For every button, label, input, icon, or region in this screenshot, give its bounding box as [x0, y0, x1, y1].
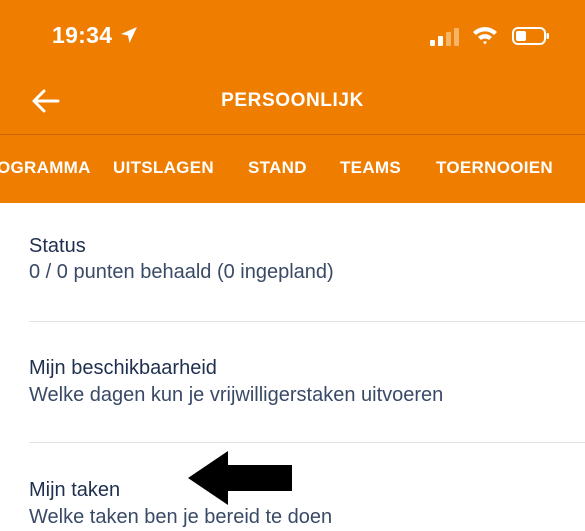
tab-stand[interactable]: STAND	[248, 158, 307, 178]
tab-bar: OGRAMMA UITSLAGEN STAND TEAMS TOERNOOIEN	[0, 135, 585, 203]
signal-icon	[430, 28, 459, 46]
location-arrow-icon	[121, 27, 137, 43]
tab-uitslagen[interactable]: UITSLAGEN	[113, 158, 214, 178]
list-item-beschikbaarheid[interactable]: Mijn beschikbaarheid Welke dagen kun je …	[0, 322, 585, 442]
battery-icon	[512, 27, 549, 45]
item-subtitle: Welke dagen kun je vrijwilligerstaken ui…	[29, 384, 444, 406]
tab-programma[interactable]: OGRAMMA	[0, 158, 91, 178]
app-header: 19:34 PERSOONLIJK OGRAMMA UITSLAGEN STAN…	[0, 0, 585, 203]
item-title: Mijn beschikbaarheid	[29, 357, 217, 379]
item-title: Status	[29, 235, 86, 257]
left-arrow-annotation-icon	[188, 451, 292, 505]
status-time: 19:34	[52, 22, 113, 48]
status-bar: 19:34	[0, 0, 585, 66]
item-title: Mijn taken	[29, 479, 121, 501]
nav-bar: PERSOONLIJK	[0, 66, 585, 134]
tab-teams[interactable]: TEAMS	[340, 158, 401, 178]
list-item-status[interactable]: Status 0 / 0 punten behaald (0 ingepland…	[0, 203, 585, 321]
wifi-icon	[473, 27, 497, 45]
item-subtitle: Welke taken ben je bereid te doen	[29, 506, 333, 528]
tab-toernooien[interactable]: TOERNOOIEN	[436, 158, 553, 178]
page-title: PERSOONLIJK	[221, 90, 364, 111]
item-subtitle: 0 / 0 punten behaald (0 ingepland)	[29, 261, 334, 283]
